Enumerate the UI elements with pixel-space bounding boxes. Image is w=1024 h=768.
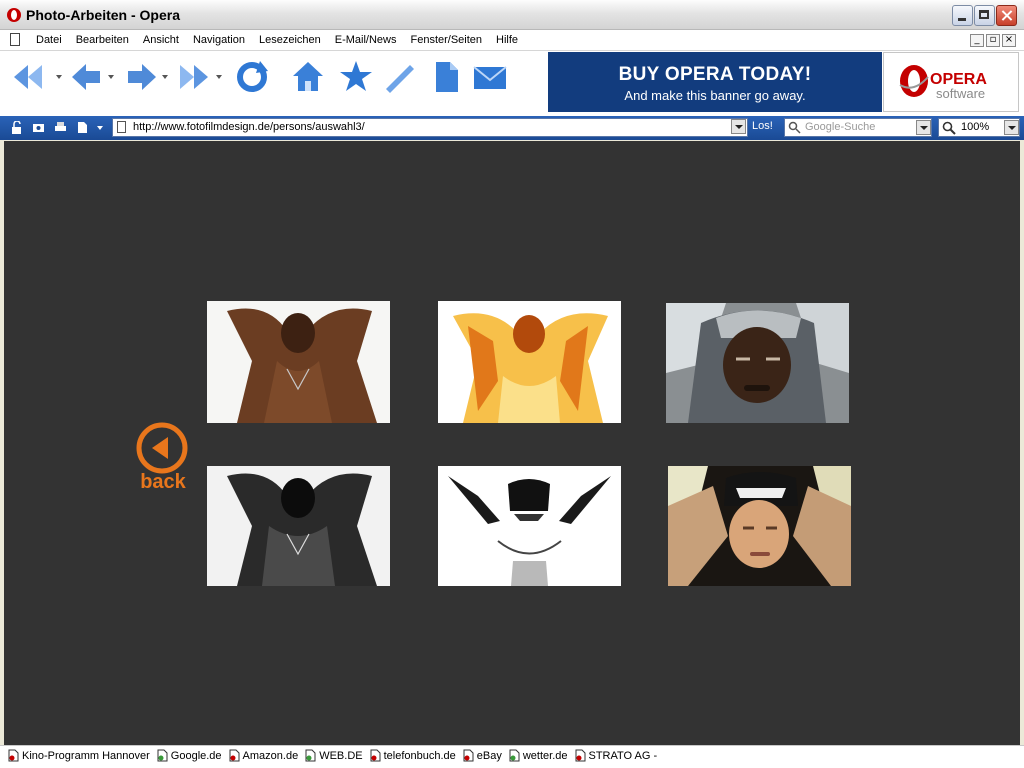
bookmark-label: Google.de <box>170 749 222 762</box>
home-icon[interactable] <box>290 59 326 95</box>
opera-app-icon <box>7 8 21 22</box>
bookmark-page-icon <box>229 749 240 762</box>
portrait-bw-image <box>207 466 390 586</box>
bookmark-page-icon <box>305 749 316 762</box>
mdi-close-button[interactable]: × <box>1002 34 1016 47</box>
camera-icon[interactable] <box>32 121 45 134</box>
bookmark-ebay[interactable]: eBay <box>463 749 502 762</box>
page-content: back <box>4 141 1020 745</box>
banner-headline: BUY OPERA TODAY! <box>618 64 812 85</box>
address-toolbar: http://www.fotofilmdesign.de/persons/aus… <box>0 116 1024 140</box>
thumb-portrait-hooded[interactable] <box>666 303 849 425</box>
menu-fenster-seiten[interactable]: Fenster/Seiten <box>410 34 482 46</box>
google-search-icon <box>788 121 801 134</box>
window-title: Photo-Arbeiten - Opera <box>26 7 181 23</box>
portrait-highcontrast-image <box>438 466 621 586</box>
bookmark-page-icon <box>509 749 520 762</box>
window-titlebar[interactable]: Photo-Arbeiten - Opera <box>0 0 1024 30</box>
menu-email-news[interactable]: E-Mail/News <box>335 34 397 46</box>
bookmark-label: Amazon.de <box>242 749 299 762</box>
bookmark-page-icon <box>370 749 381 762</box>
address-field[interactable]: http://www.fotofilmdesign.de/persons/aus… <box>112 118 748 137</box>
thumb-portrait-solarized[interactable] <box>438 301 621 423</box>
mail-icon[interactable] <box>472 59 508 95</box>
back-dropdown-icon[interactable] <box>108 75 114 79</box>
portrait-hooded-image <box>666 303 849 423</box>
lock-icon[interactable] <box>10 121 23 134</box>
bookmark-label: WEB.DE <box>319 749 363 762</box>
rewind-icon[interactable] <box>10 59 46 95</box>
bookmark-strato[interactable]: STRATO AG - <box>575 749 658 762</box>
bookmark-page-icon <box>157 749 168 762</box>
menu-bar: Datei Bearbeiten Ansicht Navigation Lese… <box>0 30 1024 51</box>
banner-subline: And make this banner go away. <box>624 88 806 103</box>
forward-icon[interactable] <box>124 59 160 95</box>
thumb-portrait-bw[interactable] <box>207 466 390 588</box>
document-icon[interactable] <box>10 33 20 46</box>
bookmark-wetter[interactable]: wetter.de <box>509 749 568 762</box>
bookmark-page-icon <box>463 749 474 762</box>
fast-forward-dropdown-icon[interactable] <box>216 75 222 79</box>
menu-navigation[interactable]: Navigation <box>193 34 245 46</box>
menu-lesezeichen[interactable]: Lesezeichen <box>259 34 321 46</box>
bookmark-kino-programm[interactable]: Kino-Programm Hannover <box>8 749 150 762</box>
opera-ad-banner[interactable]: BUY OPERA TODAY! And make this banner go… <box>548 52 882 112</box>
url-page-icon <box>117 121 126 133</box>
zoom-icon <box>942 121 956 135</box>
bookmark-google[interactable]: Google.de <box>157 749 222 762</box>
bookmark-page-icon <box>575 749 585 762</box>
thumb-portrait-color[interactable] <box>207 301 390 423</box>
rewind-dropdown-icon[interactable] <box>56 75 62 79</box>
page-info-icon[interactable] <box>76 121 89 134</box>
portrait-cap-image <box>668 466 851 586</box>
address-url[interactable]: http://www.fotofilmdesign.de/persons/aus… <box>133 121 365 133</box>
bookmark-label: STRATO AG - <box>588 749 658 762</box>
bookmark-webde[interactable]: WEB.DE <box>305 749 363 762</box>
minimize-button[interactable] <box>952 5 973 26</box>
back-icon[interactable] <box>68 59 104 95</box>
print-icon[interactable] <box>54 121 67 134</box>
zoom-field[interactable]: 100% <box>938 118 1020 137</box>
zoom-value: 100% <box>961 121 990 133</box>
opera-logo-sub: software <box>936 86 986 101</box>
menu-bearbeiten[interactable]: Bearbeiten <box>76 34 129 46</box>
reload-icon[interactable] <box>234 59 270 95</box>
back-arrow-icon[interactable] <box>135 421 189 475</box>
menu-hilfe[interactable]: Hilfe <box>496 34 518 46</box>
bookmark-label: wetter.de <box>522 749 568 762</box>
maximize-button[interactable] <box>974 5 995 26</box>
close-button[interactable] <box>996 5 1017 26</box>
bookmark-telefonbuch[interactable]: telefonbuch.de <box>370 749 456 762</box>
search-field[interactable]: Google-Suche <box>784 118 932 137</box>
search-dropdown-button[interactable] <box>916 120 931 135</box>
address-dropdown-button[interactable] <box>731 119 746 134</box>
thumb-portrait-highcontrast[interactable] <box>438 466 621 588</box>
bookmark-label: eBay <box>476 749 502 762</box>
tools-dropdown-icon[interactable] <box>97 126 103 130</box>
page-icon[interactable] <box>428 59 464 95</box>
personal-bar: Kino-Programm Hannover Google.de Amazon.… <box>0 745 1024 768</box>
search-placeholder: Google-Suche <box>805 121 876 133</box>
thumb-portrait-cap[interactable] <box>668 466 851 588</box>
fast-forward-icon[interactable] <box>176 59 212 95</box>
portrait-color-image <box>207 301 390 423</box>
zoom-dropdown-button[interactable] <box>1004 120 1019 135</box>
forward-dropdown-icon[interactable] <box>162 75 168 79</box>
opera-o-icon <box>899 65 929 97</box>
bookmark-label: Kino-Programm Hannover <box>22 749 150 762</box>
back-label[interactable]: back <box>132 471 194 494</box>
bookmark-amazon[interactable]: Amazon.de <box>229 749 299 762</box>
star-icon[interactable] <box>338 59 374 95</box>
bookmark-label: telefonbuch.de <box>383 749 456 762</box>
menu-datei[interactable]: Datei <box>36 34 62 46</box>
opera-logo[interactable]: OPERA software <box>883 52 1019 112</box>
go-button[interactable]: Los! <box>752 120 773 132</box>
portrait-solarized-image <box>438 301 621 423</box>
edit-icon[interactable] <box>382 59 418 95</box>
menu-ansicht[interactable]: Ansicht <box>143 34 179 46</box>
bookmark-page-icon <box>8 749 19 762</box>
mdi-minimize-button[interactable]: _ <box>970 34 984 47</box>
back-link[interactable]: back <box>132 421 194 497</box>
mdi-restore-button[interactable]: ▫ <box>986 34 1000 47</box>
